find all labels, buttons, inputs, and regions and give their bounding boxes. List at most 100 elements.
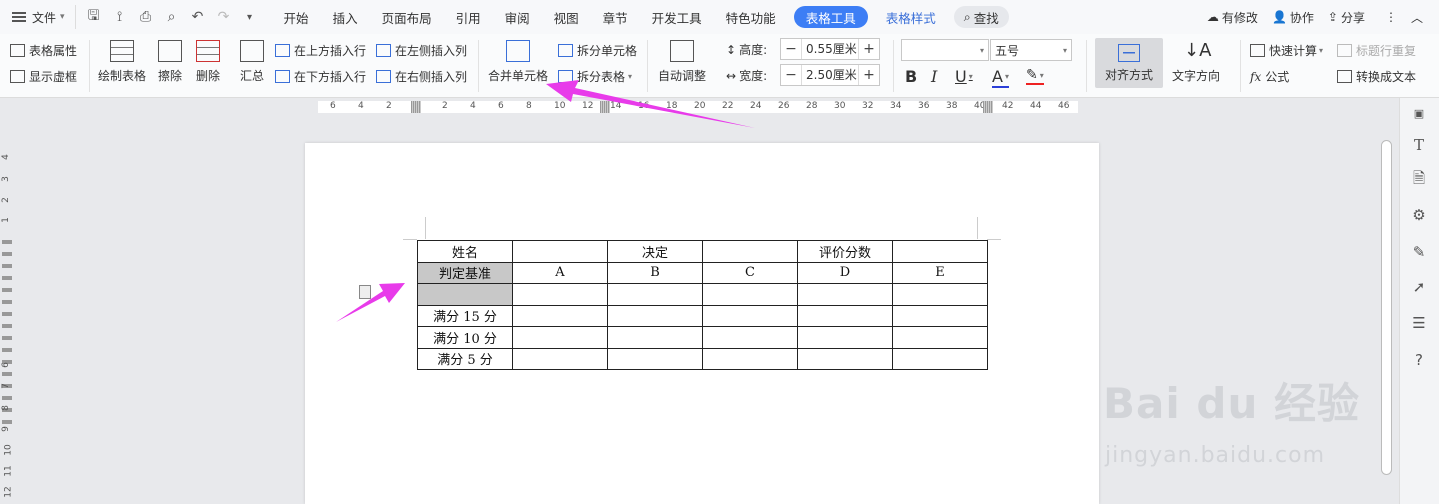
tab-view[interactable]: 视图 (542, 0, 591, 34)
tab-features[interactable]: 特色功能 (714, 0, 788, 34)
file-menu[interactable]: 文件 ▾ (0, 0, 75, 34)
table-cell[interactable] (702, 326, 798, 349)
font-color-icon[interactable]: A ▾ (992, 67, 1009, 88)
auto-fit-button[interactable]: 自动调整 (658, 40, 706, 84)
table-cell[interactable] (607, 326, 703, 349)
table-cell[interactable] (512, 304, 608, 327)
table-cell[interactable] (797, 283, 893, 306)
plus-icon[interactable]: + (859, 39, 879, 59)
erase-button[interactable]: 擦除 (158, 40, 182, 84)
font-size-select[interactable]: 五号 ▾ (990, 39, 1072, 61)
share-button[interactable]: ⇪ 分享 (1328, 9, 1365, 26)
print-preview-icon[interactable]: ⌕ (160, 5, 184, 29)
table-cell[interactable] (702, 347, 798, 370)
table-cell[interactable]: 判定基准 (417, 261, 513, 284)
table-cell[interactable]: 决定 (607, 240, 703, 263)
table-cell[interactable]: 评价分数 (797, 240, 893, 263)
table-props-button[interactable]: 表格属性 (10, 42, 77, 59)
search-tab[interactable]: ⌕ 查找 (953, 6, 1009, 28)
plus-icon[interactable]: + (859, 65, 879, 85)
table-cell[interactable]: 姓名 (417, 240, 513, 263)
highlight-icon[interactable]: ✎ ▾ (1026, 67, 1044, 85)
insert-above-button[interactable]: 在上方插入行 (275, 42, 366, 59)
table-cell[interactable] (892, 347, 988, 370)
ruler-column-marker[interactable] (600, 101, 610, 113)
convert-text-button[interactable]: 转换成文本 (1337, 68, 1416, 85)
table-cell[interactable]: C (702, 261, 798, 284)
table-cell[interactable] (797, 326, 893, 349)
print-icon[interactable]: ⎙ (134, 5, 158, 29)
collab-button[interactable]: 👤 协作 (1272, 9, 1314, 26)
bold-icon[interactable]: B (905, 67, 917, 86)
italic-icon[interactable]: I (931, 67, 937, 86)
text-direction-button[interactable]: ↓A 文字方向 (1172, 40, 1220, 84)
width-value[interactable]: 2.50厘米 (801, 65, 859, 85)
document-table[interactable]: 姓名 决定 评价分数 判定基准 A B C D E 满分 15 分满分 10 分满分 5 分 (417, 240, 988, 370)
split-table-button[interactable]: 拆分表格 ▾ (558, 68, 632, 85)
height-stepper[interactable]: − 0.55厘米 + (780, 38, 880, 60)
table-cell[interactable] (892, 304, 988, 327)
tab-insert[interactable]: 插入 (321, 0, 370, 34)
table-cell[interactable]: D (797, 261, 893, 284)
formula-button[interactable]: fx 公式 (1250, 68, 1289, 85)
table-cell[interactable]: 满分 10 分 (417, 326, 513, 349)
show-grid-button[interactable]: 显示虚框 (10, 68, 77, 85)
table-cell[interactable] (512, 283, 608, 306)
table-cell[interactable] (702, 304, 798, 327)
delete-button[interactable]: 删除 (196, 40, 220, 84)
minus-icon[interactable]: − (781, 39, 801, 59)
width-stepper[interactable]: − 2.50厘米 + (780, 64, 880, 86)
table-cell[interactable] (512, 326, 608, 349)
table-cell[interactable] (607, 304, 703, 327)
tab-table-style[interactable]: 表格样式 (874, 0, 948, 34)
repeat-header-button[interactable]: 标题行重复 (1337, 42, 1416, 59)
height-value[interactable]: 0.55厘米 (801, 39, 859, 59)
settings-doc-icon[interactable]: ⚙ (1410, 206, 1428, 224)
text-icon[interactable]: T (1410, 136, 1428, 154)
document-icon[interactable]: 🗎 (1410, 169, 1428, 189)
pen-icon[interactable]: ✎ (1410, 243, 1428, 261)
draw-table-button[interactable]: 绘制表格 (98, 40, 146, 84)
ruler-margin-marker[interactable] (411, 101, 421, 113)
table-cell[interactable] (797, 347, 893, 370)
changes-button[interactable]: ☁ 有修改 (1207, 9, 1258, 26)
table-cell[interactable] (892, 240, 988, 263)
redo-icon[interactable]: ↷ (212, 5, 236, 29)
font-name-select[interactable]: ▾ (901, 39, 989, 61)
table-cell[interactable]: 满分 15 分 (417, 304, 513, 327)
help-icon[interactable]: ? (1410, 351, 1428, 369)
vertical-scrollbar[interactable] (1381, 140, 1392, 475)
table-cell[interactable] (417, 283, 513, 306)
collapse-ribbon-icon[interactable]: ︿ (1411, 9, 1423, 26)
table-cell[interactable] (797, 304, 893, 327)
quick-calc-button[interactable]: 快速计算 ▾ (1250, 42, 1323, 59)
table-cell[interactable] (702, 283, 798, 306)
sidebar-toggle-icon[interactable]: ▣ (1410, 104, 1428, 122)
merge-cells-button[interactable]: 合并单元格 (488, 40, 548, 84)
minus-icon[interactable]: − (781, 65, 801, 85)
sliders-icon[interactable]: ☰ (1410, 314, 1428, 332)
table-cell[interactable]: 满分 5 分 (417, 347, 513, 370)
table-cell[interactable] (607, 347, 703, 370)
align-button[interactable]: 对齐方式 (1095, 38, 1163, 88)
cursor-icon[interactable]: ➚ (1410, 278, 1428, 296)
table-cell[interactable] (512, 347, 608, 370)
table-cell[interactable] (892, 326, 988, 349)
tab-section[interactable]: 章节 (591, 0, 640, 34)
tab-developer[interactable]: 开发工具 (640, 0, 714, 34)
insert-below-button[interactable]: 在下方插入行 (275, 68, 366, 85)
tab-review[interactable]: 审阅 (493, 0, 542, 34)
insert-right-button[interactable]: 在右侧插入列 (376, 68, 467, 85)
tab-home[interactable]: 开始 (272, 0, 321, 34)
save-icon[interactable]: 🖫 (82, 5, 106, 29)
table-cell[interactable] (702, 240, 798, 263)
table-cell[interactable] (512, 240, 608, 263)
table-cell[interactable]: A (512, 261, 608, 284)
paragraph-mark-icon[interactable] (359, 285, 371, 299)
insert-left-button[interactable]: 在左侧插入列 (376, 42, 467, 59)
format-painter-icon[interactable]: ⟟ (108, 5, 132, 29)
ruler-column-marker[interactable] (983, 101, 993, 113)
more-icon[interactable]: ⋮ (1385, 10, 1397, 24)
tab-table-tools[interactable]: 表格工具 (793, 6, 868, 28)
undo-icon[interactable]: ↶ (186, 5, 210, 29)
